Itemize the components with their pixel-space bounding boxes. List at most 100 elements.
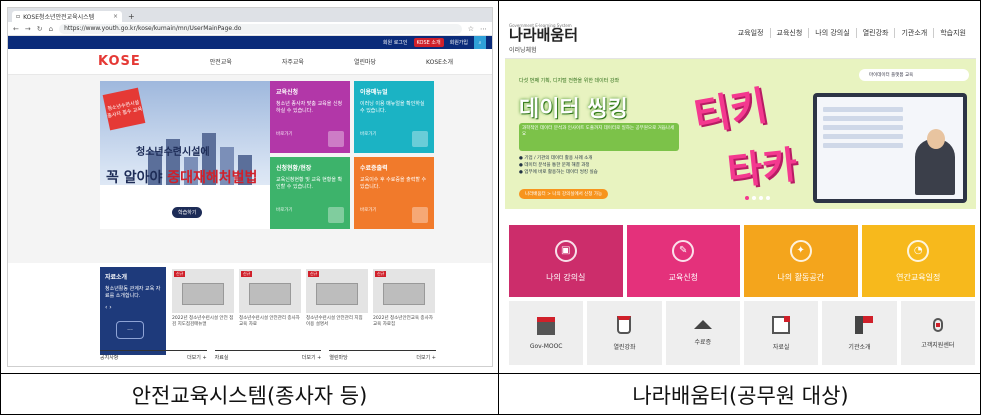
kose-logo[interactable]: KOSE <box>98 54 141 69</box>
service-archive[interactable]: 자료실 <box>743 301 819 365</box>
thumbnail-image: 신규 <box>239 269 301 313</box>
hero-bullet-list: ● 기업 / 기관의 데이터 활용 사례 소개 ● 데이터 분석을 통한 문제 … <box>519 156 598 175</box>
carousel-dots[interactable] <box>745 196 770 200</box>
service-help-center[interactable]: 고객지원센터 <box>900 301 975 365</box>
cup-icon <box>617 315 632 334</box>
home-icon[interactable]: ⌂ <box>49 25 53 33</box>
book-icon <box>537 316 556 335</box>
tile-my-classroom[interactable]: ▣ 나의 강의실 <box>509 225 623 297</box>
hero-taka-text: 타카 <box>725 142 800 194</box>
left-caption: 안전교육시스템(종사자 등) <box>131 384 368 408</box>
nara-hero-banner[interactable]: 다섯 번째 기획, 디지털 전환을 위한 데이터 강좌 데이터 씽킹 과학적인 … <box>505 59 976 209</box>
tile-application-status[interactable]: 신청현황/현장 교육신청현황 및 교육 현황을 확인할 수 있습니다. 바로가기 <box>270 157 350 229</box>
thumbnail-image: 신규 <box>172 269 234 313</box>
favorite-star-icon[interactable]: ☆ <box>468 25 474 33</box>
elearning-experience-link[interactable]: 이러닝체험 <box>509 45 537 54</box>
tile-user-manual[interactable]: 이용매뉴얼 이러닝 이용 매뉴얼을 확인하실 수 있습니다. 바로가기 <box>354 81 434 153</box>
nara-quick-tiles: ▣ 나의 강의실 ✎ 교육신청 ✦ 나의 활동공간 ◔ 연간교육일정 <box>509 225 975 297</box>
clipboard-icon <box>328 207 344 223</box>
page-favicon-icon: ▫ <box>16 13 21 20</box>
banner-learn-button[interactable]: 학습하기 <box>172 207 203 218</box>
tile-my-activity[interactable]: ✦ 나의 활동공간 <box>744 225 858 297</box>
tile-annual-schedule[interactable]: ◔ 연간교육일정 <box>861 225 975 297</box>
banner-badge: 청소년수련시설 종사자 필수 교육 <box>102 87 146 131</box>
close-tab-icon[interactable]: × <box>113 13 118 20</box>
reload-icon[interactable]: ↻ <box>37 25 43 33</box>
new-tab-button[interactable]: + <box>128 11 135 22</box>
thumbnail-card[interactable]: 신규 2022년 청소년안전교육 종사자 교육 자료집 <box>373 269 435 328</box>
nara-header: Government E-learning System 나라배움터 이러닝체험… <box>505 7 976 59</box>
thumbnail-card[interactable]: 신규 청소년수련시설 안전관리 종사자 교육 자료 <box>239 269 301 328</box>
board-open-forum[interactable]: 열린마당 더보기 + <box>329 350 437 366</box>
thumbnail-image: 신규 <box>306 269 368 313</box>
url-input[interactable]: https://www.youth.go.kr/kose/kumain/mn/U… <box>59 23 462 34</box>
kose-browser-screenshot: ▫ KOSE청소년안전교육시스템 × + ← → ↻ ⌂ https://www… <box>7 7 493 367</box>
browser-tab[interactable]: ▫ KOSE청소년안전교육시스템 × <box>12 11 122 22</box>
service-open-lecture[interactable]: 열린강좌 <box>587 301 662 365</box>
hero-description: 과학적인 데이터 분석과 인사이트 도출까지 데이터로 일하는 공무원으로 거듭… <box>519 123 679 151</box>
nara-service-icons: Gov-MOOC 열린강좌 수료증 자료실 기관소개 고객지원센터 <box>509 301 975 365</box>
search-icon[interactable]: ⌕ <box>474 36 486 49</box>
graduation-cap-icon <box>693 320 712 329</box>
banner-line2: 꼭 알아야 중대재해처벌법 <box>106 170 258 186</box>
signup-link[interactable]: 회원가입 <box>450 39 468 46</box>
material-thumbnails: 신규 2022년 청소년수련시설 안전 점검 지도점검매뉴얼 신규 청소년수련시… <box>172 269 436 328</box>
board-archive[interactable]: 자료실 더보기 + <box>214 350 322 366</box>
nara-logo[interactable]: Government E-learning System 나라배움터 <box>509 23 578 43</box>
monitor-icon: ▣ <box>554 239 577 262</box>
kose-menu: 안전교육 자주교육 열린마당 KOSE소개 <box>185 57 478 66</box>
browser-menu-icon[interactable]: ⋯ <box>480 25 487 33</box>
nav-item-safety-education[interactable]: 안전교육 <box>210 57 232 66</box>
nav-item-kose-intro[interactable]: KOSE소개 <box>426 57 453 66</box>
quick-menu-tiles: 교육신청 청소년 종사자 맞춤 교육을 신청하실 수 있습니다. 바로가기 이용… <box>270 81 436 229</box>
main-banner[interactable]: 청소년수련시설 종사자 필수 교육 청소년수련시설에 꼭 알아야 중대재해처벌법… <box>100 81 270 229</box>
menu-org-intro[interactable]: 기관소개 <box>894 27 933 38</box>
kose-intro-link[interactable]: KOSE 소개 <box>413 38 444 47</box>
service-org-intro[interactable]: 기관소개 <box>822 301 897 365</box>
forward-arrow-icon[interactable]: → <box>25 25 31 33</box>
pencil-icon: ✎ <box>672 239 695 262</box>
nav-item-open-forum[interactable]: 열린마당 <box>354 57 376 66</box>
board-notice[interactable]: 공지사항 더보기 + <box>100 350 207 366</box>
service-certificate[interactable]: 수료증 <box>665 301 740 365</box>
kose-main-nav: KOSE 안전교육 자주교육 열린마당 KOSE소개 <box>8 49 492 75</box>
hero-apply-badge[interactable]: 나라배움터 > 나의 강의실에서 신청 가능 <box>519 189 609 199</box>
menu-my-classroom[interactable]: 나의 강의실 <box>808 27 855 38</box>
thumbnail-card[interactable]: 신규 2022년 청소년수련시설 안전 점검 지도점검매뉴얼 <box>172 269 234 328</box>
menu-learning-support[interactable]: 학습지원 <box>933 27 972 38</box>
service-gov-mooc[interactable]: Gov-MOOC <box>509 301 584 365</box>
tile-certificate-print[interactable]: 수료증출력 교육이수 후 수료증을 출력할 수 있습니다. 바로가기 <box>354 157 434 229</box>
nara-site-screenshot: Government E-learning System 나라배움터 이러닝체험… <box>505 7 976 367</box>
thumbnail-card[interactable]: 신규 청소년수련시설 안전관리 지침 이용 설명서 <box>306 269 368 328</box>
nav-item-self-education[interactable]: 자주교육 <box>282 57 304 66</box>
board-tabs: 공지사항 더보기 + 자료실 더보기 + 열린마당 더보기 + <box>100 350 437 366</box>
kose-lower-section: 자료소개 청소년활동 관계자 교육 자료를 소개합니다. ‹ › ··· 신규 … <box>100 263 436 355</box>
browser-tab-title: KOSE청소년안전교육시스템 <box>23 14 95 21</box>
instructor-head <box>927 129 945 149</box>
login-link[interactable]: 회원 로그인 <box>383 39 408 46</box>
hero-title: 데이터 씽킹 <box>519 97 628 122</box>
thumbnail-image: 신규 <box>373 269 435 313</box>
hero-pretitle: 다섯 번째 기획, 디지털 전환을 위한 데이터 강좌 <box>519 78 620 84</box>
certificate-icon <box>412 207 428 223</box>
tile-course-apply[interactable]: ✎ 교육신청 <box>626 225 740 297</box>
lecture-screen-image <box>813 93 967 203</box>
back-arrow-icon[interactable]: ← <box>13 25 19 33</box>
coins-icon <box>328 131 344 147</box>
menu-apply[interactable]: 교육신청 <box>769 27 809 38</box>
utility-bar: 회원 로그인 KOSE 소개 회원가입 ⌕ <box>8 36 492 49</box>
flag-icon <box>855 315 874 334</box>
nara-main-menu: 교육일정 교육신청 나의 강의실 열린강좌 기관소개 학습지원 <box>732 27 972 38</box>
address-bar-row: ← → ↻ ⌂ https://www.youth.go.kr/kose/kum… <box>8 22 492 36</box>
carousel-arrows[interactable]: ‹ › <box>105 304 161 311</box>
url-text: https://www.youth.go.kr/kose/kumain/mn/U… <box>64 25 242 32</box>
menu-schedule[interactable]: 교육일정 <box>732 28 770 38</box>
right-caption: 나라배움터(공무원 대상) <box>632 384 849 408</box>
comparison-figure: ▫ KOSE청소년안전교육시스템 × + ← → ↻ ⌂ https://www… <box>0 0 981 415</box>
column-divider <box>498 1 499 415</box>
menu-open-lectures[interactable]: 열린강좌 <box>855 27 895 38</box>
banner-line1: 청소년수련시설에 <box>136 147 210 158</box>
tile-course-apply[interactable]: 교육신청 청소년 종사자 맞춤 교육을 신청하실 수 있습니다. 바로가기 <box>270 81 350 153</box>
lightbulb-icon: ✦ <box>789 239 812 262</box>
material-intro-box: 자료소개 청소년활동 관계자 교육 자료를 소개합니다. ‹ › ··· <box>100 267 166 355</box>
